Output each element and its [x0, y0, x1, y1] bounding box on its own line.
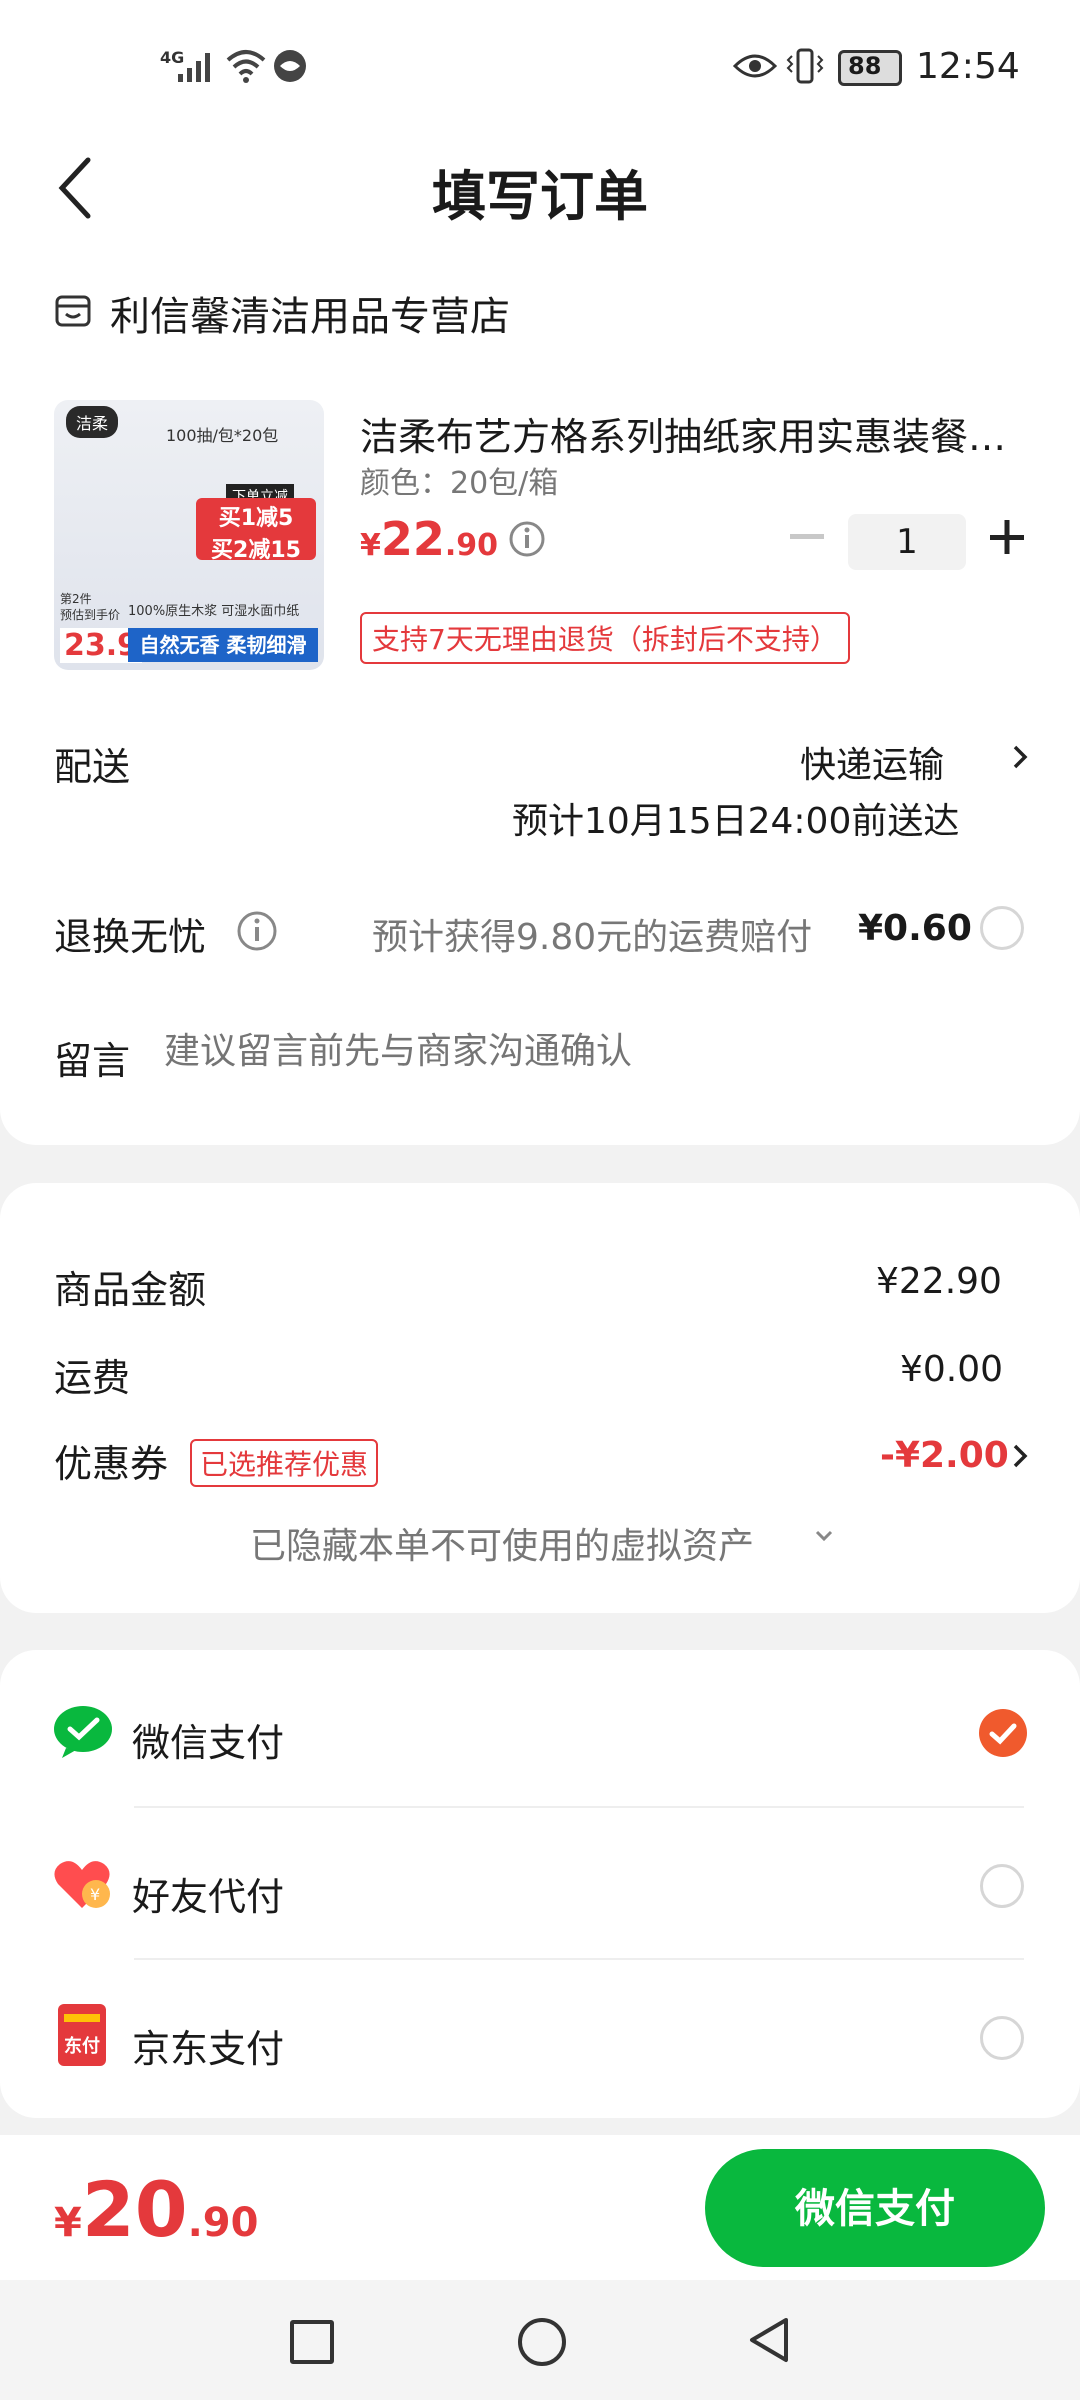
delivery-chevron-icon[interactable] — [1012, 744, 1028, 770]
promo-line-1: 买1减5 — [218, 506, 294, 531]
checkout-bar: ¥20.90 微信支付 — [0, 2135, 1080, 2280]
coupon-tag: 已选推荐优惠 — [190, 1439, 379, 1487]
vibrate-icon — [786, 48, 824, 84]
payment-option-wechat[interactable]: 微信支付 — [0, 1680, 1080, 1790]
payment-label-friend: 好友代付 — [132, 1875, 285, 1919]
shipping-label: 运费 — [54, 1356, 131, 1400]
return-policy-tag: 支持7天无理由退货（拆封后不支持） — [360, 612, 850, 664]
product-quality-text: 100%原生木浆 可湿水面巾纸 — [128, 604, 300, 619]
delivery-method[interactable]: 快递运输 — [800, 736, 944, 788]
wechat-pay-icon — [54, 1706, 112, 1758]
payment-radio-friend[interactable] — [980, 1864, 1024, 1908]
payment-label-wechat: 微信支付 — [132, 1721, 285, 1765]
summary-card: 商品金额 ¥22.90 运费 ¥0.00 优惠券 已选推荐优惠 -¥2.00 已… — [0, 1183, 1080, 1613]
chevron-down-icon[interactable] — [814, 1529, 834, 1543]
svg-text:¥: ¥ — [90, 1885, 100, 1904]
product-price-note: 预估到手价 — [60, 608, 121, 622]
total-price: ¥20.90 — [54, 2165, 258, 2254]
price-symbol: ¥ — [360, 528, 381, 563]
header: 填写订单 — [0, 130, 1080, 250]
jd-pay-icon-text: 东付 — [64, 2036, 100, 2057]
hidden-assets-note[interactable]: 已隐藏本单不可使用的虚拟资产 — [250, 1517, 754, 1569]
payment-option-jd[interactable]: 东付 京东支付 — [0, 1984, 1080, 2094]
data-saver-icon — [274, 50, 306, 82]
pay-button[interactable]: 微信支付 — [705, 2149, 1045, 2267]
coupon-label: 优惠券 — [54, 1442, 169, 1486]
total-integer: 20 — [81, 2165, 188, 2254]
return-worry-label: 退换无忧 — [54, 915, 207, 959]
quantity-field[interactable]: 1 — [848, 514, 966, 570]
coupon-chevron-icon[interactable] — [1012, 1443, 1028, 1469]
coupon-value[interactable]: -¥2.00 — [880, 1435, 1009, 1476]
total-decimal: .90 — [187, 2200, 259, 2246]
product-brand-logo: 洁柔 — [66, 406, 119, 438]
product-price-label: 第2件 — [60, 592, 92, 606]
shipping-value: ¥0.00 — [900, 1349, 1004, 1390]
total-symbol: ¥ — [54, 2200, 82, 2246]
price-decimal: .90 — [444, 528, 499, 563]
store-name[interactable]: 利信馨清洁用品专营店 — [110, 284, 510, 342]
return-worry-info-icon[interactable] — [236, 910, 278, 952]
product-price: ¥22.90 — [360, 512, 498, 566]
goods-amount-value: ¥22.90 — [876, 1261, 1002, 1302]
battery-level: 88 — [848, 52, 882, 80]
product-pack-text: 100抽/包*20包 — [166, 426, 279, 445]
signal-icon — [178, 53, 210, 82]
eye-icon — [733, 54, 777, 78]
home-button[interactable] — [518, 2318, 566, 2366]
delivery-eta: 预计10月15日24:00前送达 — [512, 801, 960, 842]
product-image[interactable]: 洁柔 100抽/包*20包 下单立减 买1减5 买2减15 100%原生木浆 可… — [54, 400, 324, 670]
payment-divider-1 — [134, 1806, 1024, 1808]
return-worry-price: ¥0.60 — [858, 908, 972, 949]
page-title: 填写订单 — [432, 165, 648, 228]
delivery-label: 配送 — [54, 745, 131, 789]
store-icon — [55, 295, 91, 327]
payment-label-jd: 京东支付 — [132, 2027, 285, 2071]
selected-check-icon[interactable] — [978, 1708, 1028, 1758]
jd-pay-icon: 东付 — [58, 2004, 106, 2066]
promo-badge: 买1减5 买2减15 — [196, 498, 316, 563]
clock: 12:54 — [916, 46, 1020, 87]
order-card: 利信馨清洁用品专营店 洁柔 100抽/包*20包 下单立减 买1减5 买2减15… — [0, 250, 1080, 1145]
recent-apps-button[interactable] — [290, 2320, 334, 2364]
wifi-icon — [226, 50, 266, 83]
payment-radio-jd[interactable] — [980, 2016, 1024, 2060]
minus-icon[interactable] — [790, 534, 824, 540]
return-worry-radio[interactable] — [980, 906, 1024, 950]
friend-pay-heart-icon: ¥ — [54, 1861, 110, 1908]
plus-icon[interactable] — [990, 520, 1024, 554]
return-worry-desc: 预计获得9.80元的运费赔付 — [372, 917, 813, 958]
payment-divider-2 — [134, 1958, 1024, 1960]
back-nav-icon[interactable] — [748, 2316, 790, 2364]
system-nav-bar — [0, 2280, 1080, 2400]
payment-card: 微信支付 ¥ 好友代付 东付 京东支付 — [0, 1650, 1080, 2118]
product-slogan: 自然无香 柔韧细滑 — [128, 628, 318, 662]
jd-pay-icon-band — [64, 2014, 100, 2022]
product-spec: 颜色：20包/箱 — [360, 466, 559, 501]
product-title[interactable]: 洁柔布艺方格系列抽纸家用实惠装餐巾纸... — [360, 406, 1030, 461]
message-label: 留言 — [54, 1039, 131, 1083]
price-integer: 22 — [380, 512, 445, 566]
price-info-icon[interactable] — [508, 520, 546, 558]
goods-amount-label: 商品金额 — [54, 1268, 207, 1312]
status-bar: 4G 88 12:54 — [0, 0, 1080, 130]
promo-line-2: 买2减15 — [211, 538, 301, 563]
message-input[interactable] — [162, 1018, 1026, 1084]
payment-option-friend[interactable]: ¥ 好友代付 — [0, 1832, 1080, 1942]
